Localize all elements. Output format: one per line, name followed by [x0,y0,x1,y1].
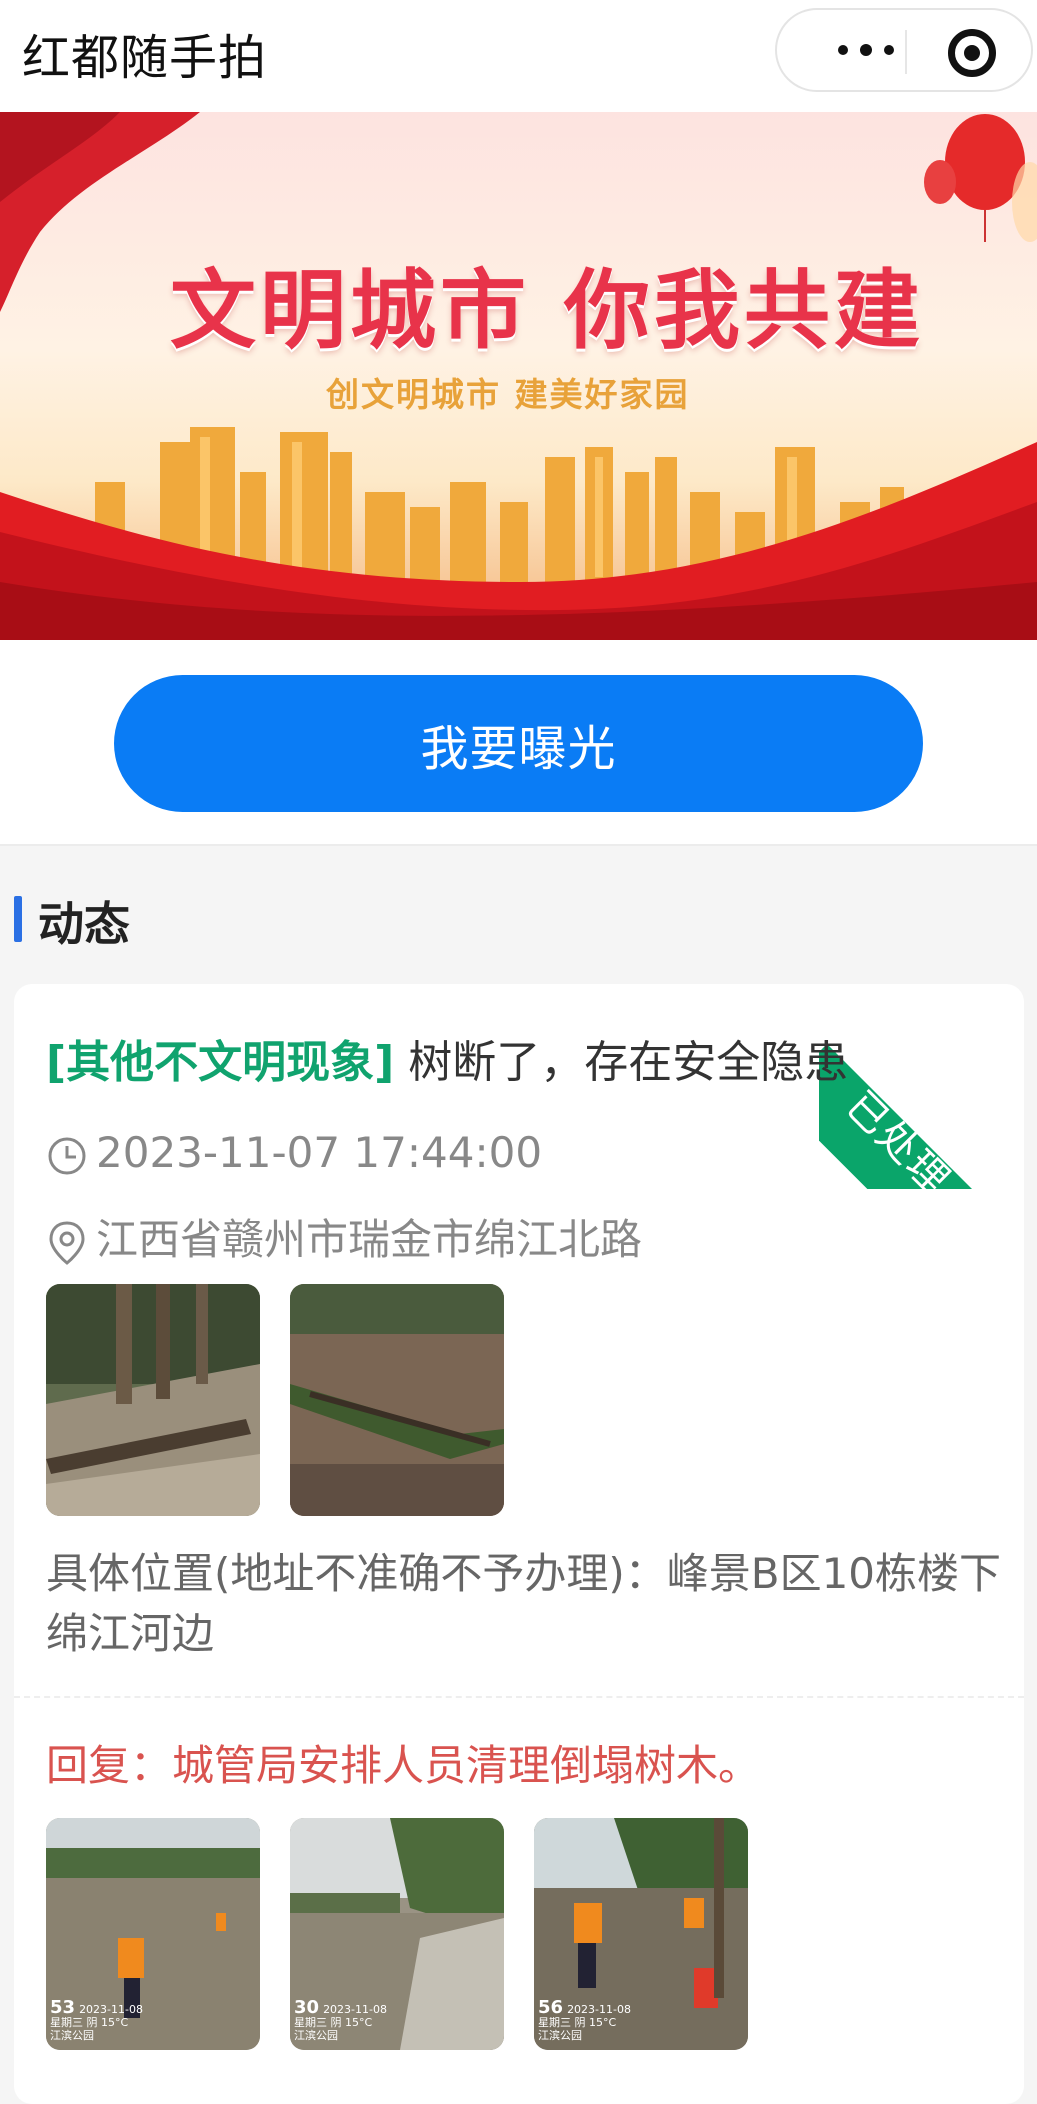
watermark-weather: 星期三 阴 15°C [294,2016,373,2029]
capsule-divider [905,30,907,74]
expose-button[interactable]: 我要曝光 [114,675,923,812]
post-photo[interactable] [46,1284,260,1516]
reply-photo[interactable]: 53 2023-11-08 星期三 阴 15°C 江滨公园 [46,1818,260,2050]
location-pin-icon [49,1220,85,1265]
watermark-place: 江滨公园 [294,2029,338,2042]
section-header: 动态 [0,858,1037,978]
photo-watermark: 30 2023-11-08 星期三 阴 15°C 江滨公园 [290,1999,504,2043]
post-time: 2023-11-07 17:44:00 [46,1128,542,1177]
post-title-text: 树断了，存在安全隐患 [394,1037,849,1088]
target-icon[interactable] [948,29,996,77]
more-dots-icon[interactable] [821,38,911,62]
reply-photos: 53 2023-11-08 星期三 阴 15°C 江滨公园 30 2023-11-08 星… [46,1818,748,2050]
expose-section: 我要曝光 [0,640,1037,846]
section-accent-bar [14,896,22,942]
watermark-date: 2023-11-08 [567,2003,631,2016]
photo-watermark: 53 2023-11-08 星期三 阴 15°C 江滨公园 [46,1999,260,2043]
watermark-number: 56 [538,1997,564,2018]
watermark-number: 53 [50,1997,76,2018]
banner-headline: 文明城市 你我共建 [170,261,924,361]
post-title: [其他不文明现象] 树断了，存在安全隐患 [46,1026,986,1090]
watermark-date: 2023-11-08 [323,2003,387,2016]
mini-program-capsule [775,8,1033,92]
section-title: 动态 [38,897,130,951]
banner-carousel[interactable]: 文明城市 你我共建 创文明城市 建美好家园 [0,112,1037,640]
post-location-text: 江西省赣州市瑞金市绵江北路 [96,1215,643,1264]
post-detail: 具体位置(地址不准确不予办理)：峰景B区10栋楼下绵江河边 [46,1549,1002,1658]
watermark-date: 2023-11-08 [79,2003,143,2016]
reply-divider [14,1696,1024,1698]
watermark-place: 江滨公园 [538,2029,582,2042]
watermark-number: 30 [294,1997,320,2018]
post-time-text: 2023-11-07 17:44:00 [96,1128,543,1177]
reply-photo[interactable]: 30 2023-11-08 星期三 阴 15°C 江滨公园 [290,1818,504,2050]
post-category: [其他不文明现象] [46,1037,395,1088]
watermark-weather: 星期三 阴 15°C [50,2016,129,2029]
app-title: 红都随手拍 [22,30,268,86]
post-card[interactable]: 已处理 [其他不文明现象] 树断了，存在安全隐患 2023-11-07 17:4… [14,984,1024,2104]
post-photo[interactable] [290,1284,504,1516]
official-reply: 回复：城管局安排人员清理倒塌树木。 [46,1741,761,1790]
post-photos [46,1284,504,1516]
photo-watermark: 56 2023-11-08 星期三 阴 15°C 江滨公园 [534,1999,748,2043]
banner-subline: 创文明城市 建美好家园 [326,375,690,414]
reply-photo[interactable]: 56 2023-11-08 星期三 阴 15°C 江滨公园 [534,1818,748,2050]
clock-icon [48,1137,86,1174]
watermark-place: 江滨公园 [50,2029,94,2042]
top-bar: 红都随手拍 [0,0,1037,112]
post-location: 江西省赣州市瑞金市绵江北路 [46,1206,642,1267]
watermark-weather: 星期三 阴 15°C [538,2016,617,2029]
